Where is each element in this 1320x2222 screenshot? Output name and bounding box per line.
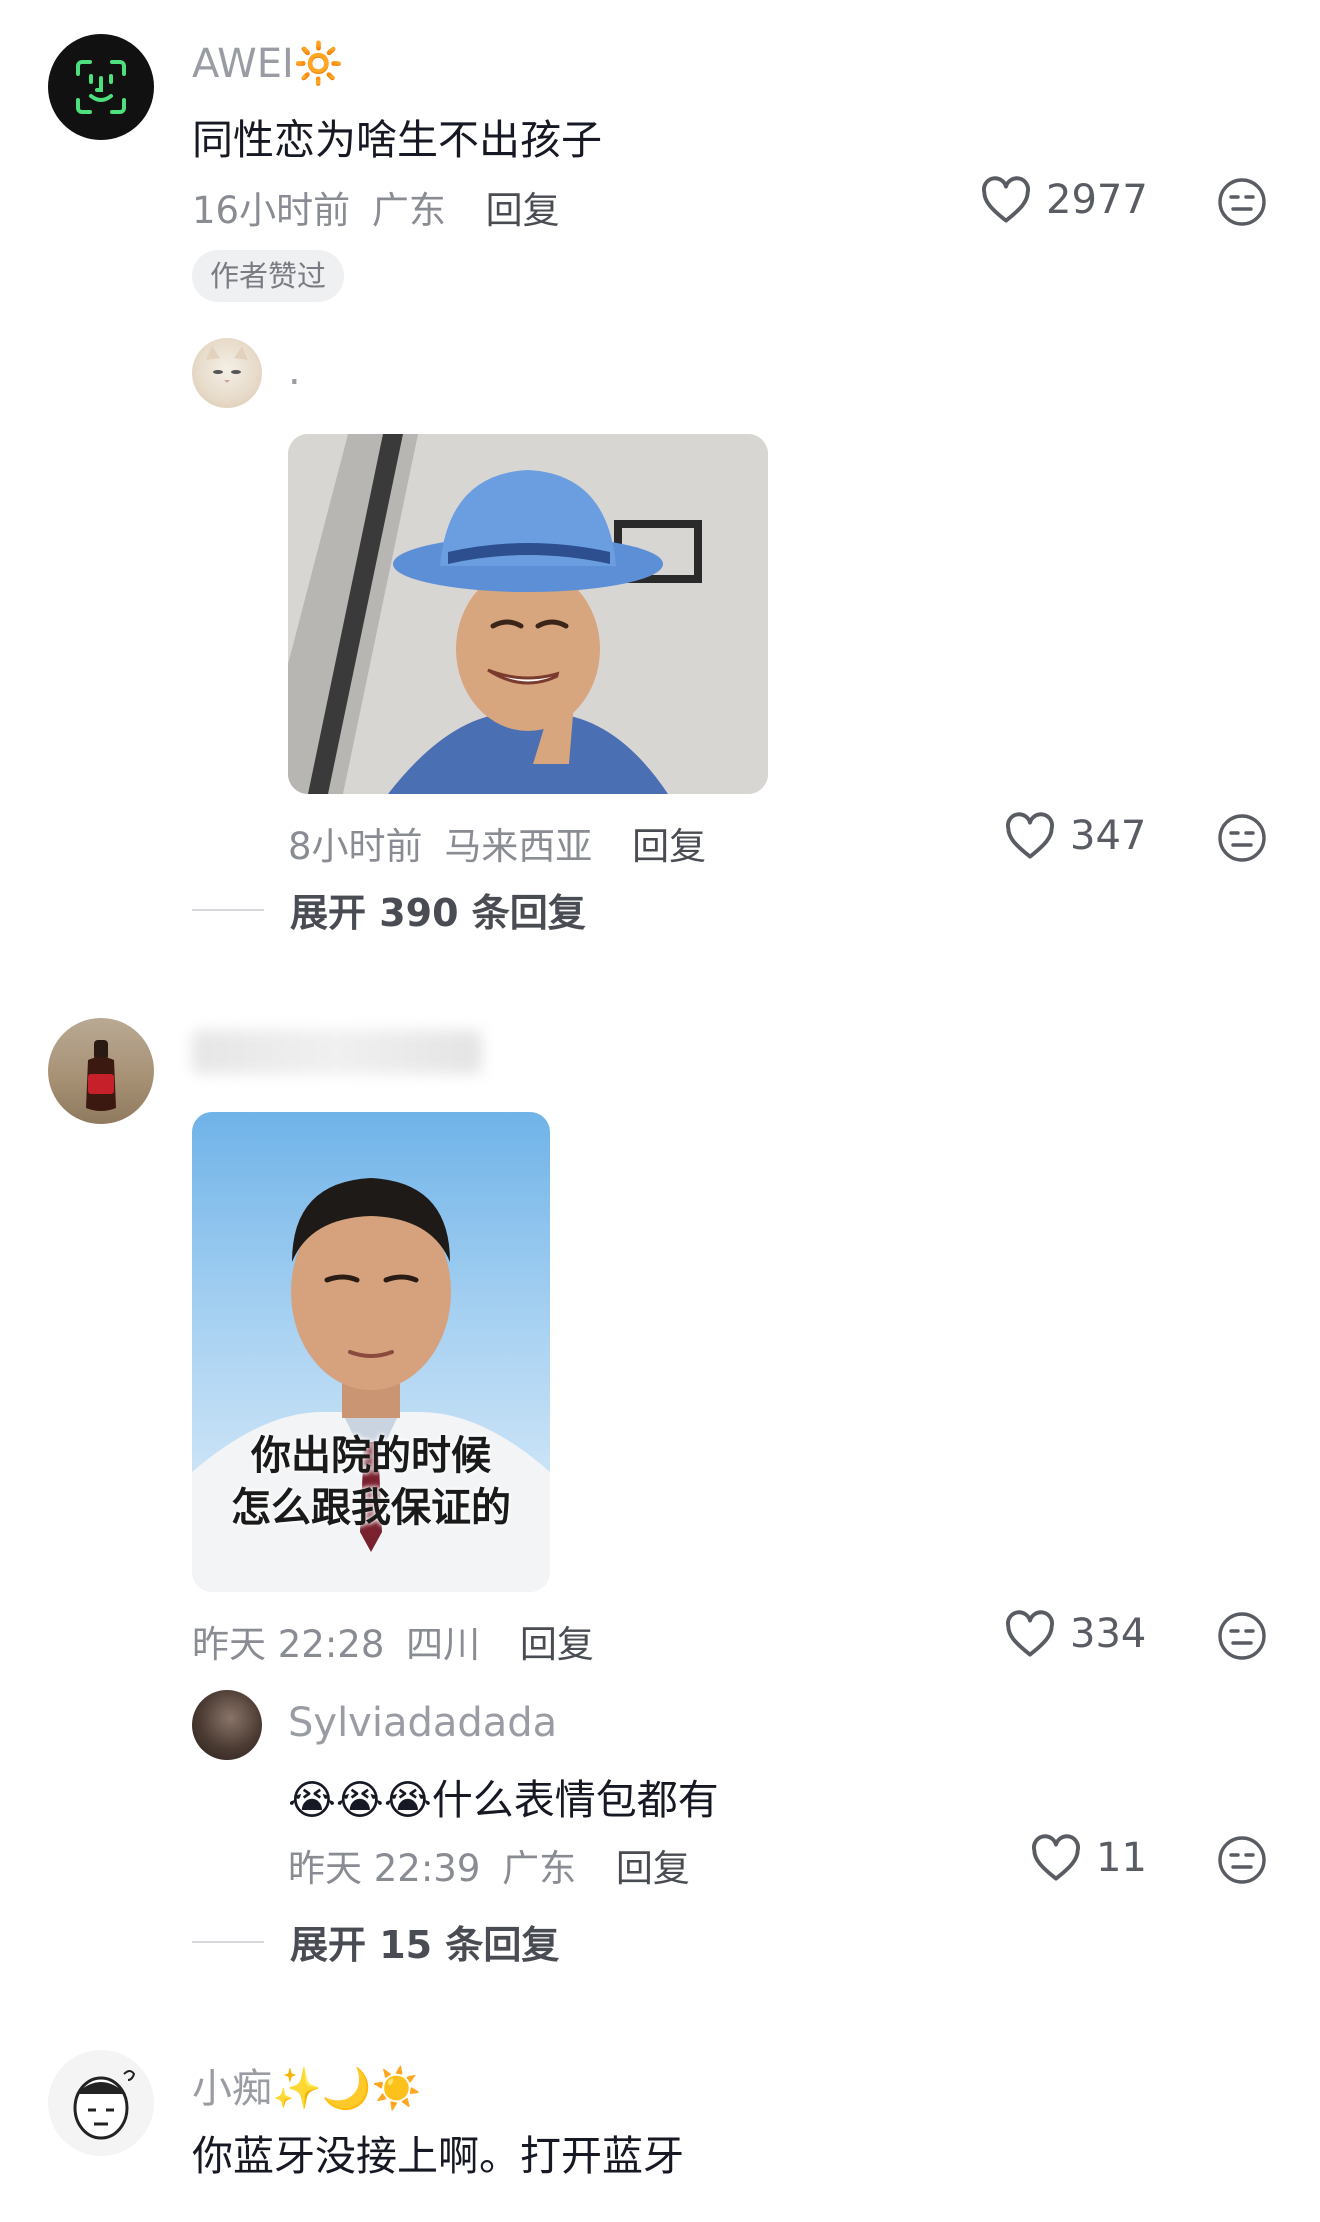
comment-text: 同性恋为啥生不出孩子 — [192, 116, 602, 164]
expand-replies-label: 展开 15 条回复 — [290, 1923, 560, 1967]
comment-text: 你蓝牙没接上啊。打开蓝牙 — [192, 2132, 684, 2180]
like-count: 334 — [1070, 1611, 1147, 1657]
bottle-avatar-icon — [86, 1040, 116, 1111]
reply-button[interactable]: 回复 — [520, 1623, 594, 1666]
reply-meta: 8小时前 马来西亚 回复 — [288, 816, 706, 870]
reply-button[interactable]: 回复 — [616, 1847, 690, 1890]
comment-meta: 16小时前 广东 回复 — [192, 180, 560, 234]
reply-dislike-button[interactable] — [1216, 1834, 1268, 1890]
reply-text-content: 什么表情包都有 — [431, 1776, 719, 1824]
comment-meta: 昨天 22:28 四川 回复 — [192, 1614, 594, 1668]
expand-divider — [192, 908, 264, 911]
heart-icon — [1006, 1610, 1054, 1657]
face-id-icon — [76, 60, 126, 114]
comment-time: 16小时前 — [192, 189, 351, 232]
dislike-button[interactable] — [1216, 176, 1268, 232]
sparkle-moon-sun-emoji: ✨🌙☀️ — [272, 2066, 422, 2112]
like-count: 347 — [1070, 813, 1147, 859]
crying-emoji: 😭😭😭 — [288, 1776, 432, 1824]
cartoon-face-avatar-icon — [73, 2070, 136, 2140]
reply-avatar[interactable] — [192, 1690, 262, 1760]
reply-like-button[interactable]: 11 — [1030, 1834, 1147, 1882]
heart-icon — [1032, 1834, 1080, 1881]
reply-like-button[interactable]: 347 — [1004, 812, 1146, 860]
reply-time: 8小时前 — [288, 825, 423, 868]
like-button[interactable]: 2977 — [980, 176, 1148, 224]
reply-button[interactable]: 回复 — [632, 825, 706, 868]
sticker-caption-line-2: 怎么跟我保证的 — [231, 1485, 511, 1531]
expand-replies[interactable]: 展开 390 条回复 — [192, 882, 586, 937]
comment-sticker-image[interactable]: 你出院的时候 怎么跟我保证的 — [192, 1112, 550, 1592]
heart-icon — [982, 176, 1030, 223]
meh-face-icon — [1218, 814, 1266, 862]
reply-username[interactable]: Sylviadadada — [288, 1700, 557, 1746]
like-button[interactable]: 334 — [1004, 1610, 1146, 1658]
like-count: 2977 — [1046, 177, 1148, 223]
meh-face-icon — [1218, 178, 1266, 226]
sticker-caption-line-1: 你出院的时候 — [251, 1433, 491, 1479]
reply-button[interactable]: 回复 — [486, 189, 560, 232]
reply-time: 昨天 22:39 — [288, 1847, 481, 1890]
reply-meta: 昨天 22:39 广东 回复 — [288, 1838, 690, 1892]
comment-location: 四川 — [406, 1623, 481, 1666]
cat-avatar-icon — [206, 346, 248, 383]
comment-time: 昨天 22:28 — [192, 1623, 385, 1666]
expand-replies[interactable]: 展开 15 条回复 — [192, 1914, 559, 1969]
meh-face-icon — [1218, 1612, 1266, 1660]
heart-icon — [1006, 812, 1054, 859]
username-text: 小痴 — [192, 2066, 272, 2112]
username[interactable]: 小痴✨🌙☀️ — [192, 2056, 421, 2114]
expand-divider — [192, 1940, 264, 1943]
username[interactable]: AWEI🔆 — [192, 40, 344, 87]
avatar[interactable] — [48, 2050, 154, 2156]
username-text: AWEI — [192, 41, 294, 87]
author-liked-badge: 作者赞过 — [192, 250, 345, 302]
reply-avatar[interactable] — [192, 338, 262, 408]
like-count: 11 — [1096, 1835, 1147, 1881]
expand-replies-label: 展开 390 条回复 — [290, 891, 586, 935]
avatar[interactable] — [48, 34, 154, 140]
avatar[interactable] — [48, 1018, 154, 1124]
dislike-button[interactable] — [1216, 1610, 1268, 1666]
reply-username[interactable]: . — [288, 348, 301, 394]
reply-location: 马来西亚 — [444, 825, 593, 868]
sun-emoji: 🔆 — [293, 41, 344, 87]
comment-location: 广东 — [371, 189, 446, 232]
laughing-man-image — [288, 434, 768, 794]
meh-face-icon — [1218, 1836, 1266, 1884]
blurred-username[interactable] — [192, 1030, 482, 1074]
reply-sticker-image[interactable] — [288, 434, 768, 794]
reply-dislike-button[interactable] — [1216, 812, 1268, 868]
reply-location: 广东 — [502, 1847, 577, 1890]
reply-text: 😭😭😭什么表情包都有 — [288, 1766, 719, 1826]
